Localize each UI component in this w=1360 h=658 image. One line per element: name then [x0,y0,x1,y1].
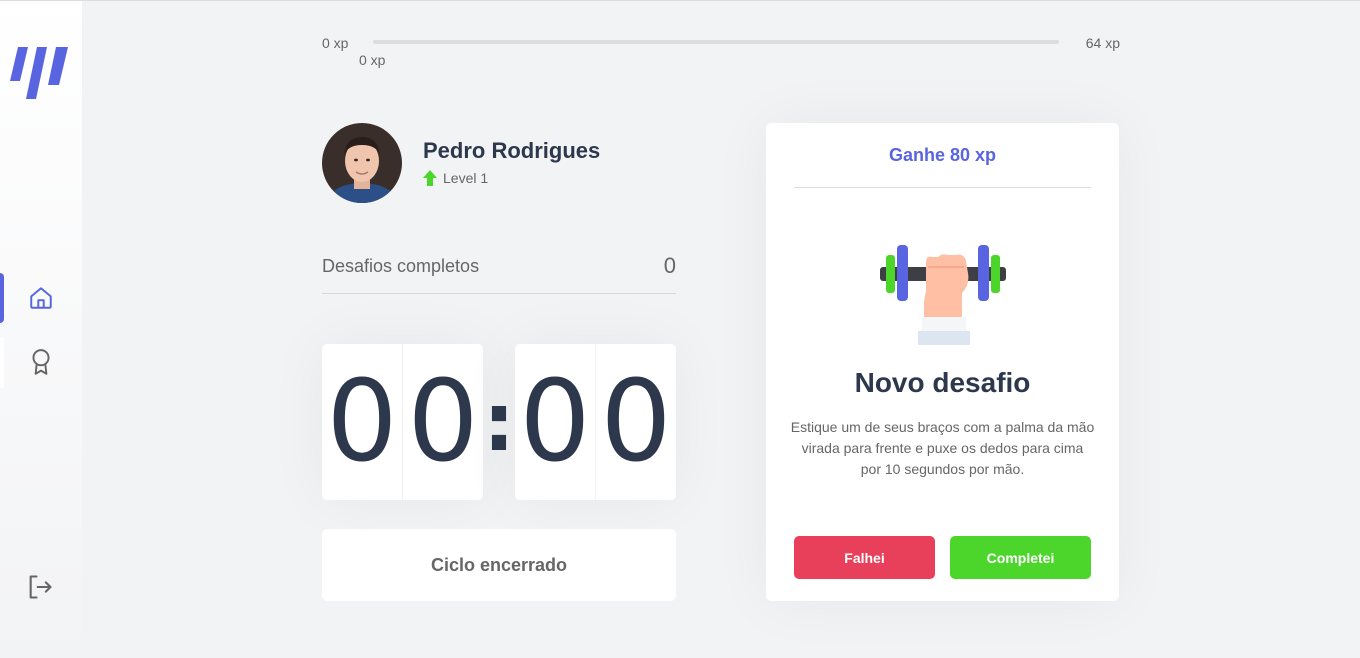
profile-level: Level 1 [423,170,488,186]
xp-max-label: 64 xp [1085,35,1120,51]
challenge-failed-button[interactable]: Falhei [794,536,935,579]
completed-challenges: Desafios completos 0 [322,249,676,294]
award-icon [32,349,50,375]
level-label: Level 1 [443,170,489,186]
xp-min-label: 0 xp [322,35,349,51]
experience-bar: 0 xp 64 xp 0 xp [322,34,1120,68]
nav-leaderboard[interactable] [0,338,82,386]
home-icon [30,287,52,309]
sidebar [0,1,82,658]
countdown-separator: : [483,375,515,469]
app-logo [10,47,68,99]
minute-tens-digit: 0 [322,344,403,500]
avatar-image [322,123,402,203]
xp-current-label: 0 xp [359,52,386,68]
logout-icon[interactable] [26,573,54,601]
challenge-reward: Ganhe 80 xp [794,123,1091,188]
avatar [322,123,402,203]
challenge-title: Novo desafio [854,367,1031,398]
countdown-seconds: 0 0 [515,344,676,500]
dumbbell-icon [880,245,1006,345]
challenge-card: Ganhe 80 xp Novo desafio Estique um de s… [766,123,1119,601]
profile-name: Pedro Rodrigues [423,138,601,163]
level-up-icon [423,170,437,186]
minute-ones-digit: 0 [407,357,479,487]
cycle-ended-button[interactable]: Ciclo encerrado [322,529,676,601]
nav-home[interactable] [0,274,82,322]
completed-challenges-label: Desafios completos [322,256,480,276]
second-tens-digit: 0 [515,344,596,500]
xp-track [373,40,1059,44]
challenge-description: Estique um de seus braços com a palma da… [790,419,1095,477]
completed-challenges-count: 0 [663,253,676,278]
countdown: 0 0 : 0 0 [322,344,676,500]
second-ones-digit: 0 [600,357,672,487]
challenge-completed-button[interactable]: Completei [950,536,1091,579]
countdown-minutes: 0 0 [322,344,483,500]
